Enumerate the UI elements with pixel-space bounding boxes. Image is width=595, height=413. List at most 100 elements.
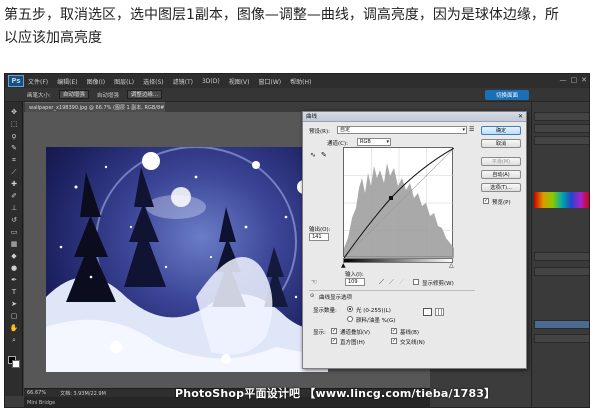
simple-grid-icon[interactable] <box>423 308 432 316</box>
show-amount-label: 显示数量: <box>313 308 337 314</box>
tools-panel: ✥ ⬚ ϙ ✎ ⌗ ⟋ ✚ ✐ ⊥ ↺ ▭ ▦ ◆ ● ✒ T ➤ ▢ ✋ ⌕ <box>5 102 23 396</box>
winter-snow-globe-image <box>46 147 328 372</box>
histogram-label: 直方图(H) <box>340 340 365 346</box>
brush-size-label: 画笔大小: <box>27 92 51 99</box>
mode-select[interactable]: 自动增强 <box>58 90 89 99</box>
ok-button[interactable]: 确定 <box>481 126 521 135</box>
pigment-option-label: 颜料/油墨 %(G) <box>356 318 396 324</box>
channel-overlay-label: 通道叠加(V) <box>340 330 371 336</box>
hand-tool-icon[interactable]: ✋ <box>9 324 19 332</box>
curve-display-options-label: 曲线显示选项 <box>319 295 353 301</box>
zoom-tool-icon[interactable]: ⌕ <box>9 336 19 344</box>
stamp-tool-icon[interactable]: ⊥ <box>9 204 19 212</box>
channel-select[interactable]: RGB ▾ <box>357 138 391 146</box>
color-spectrum[interactable] <box>534 192 589 208</box>
history-brush-icon[interactable]: ↺ <box>9 216 19 224</box>
detailed-grid-icon[interactable] <box>435 308 444 316</box>
baseline-label: 基线(B) <box>400 330 420 336</box>
menu-image[interactable]: 图像(I) <box>87 77 105 86</box>
baseline-checkbox[interactable]: ✓ <box>391 328 397 334</box>
menu-help[interactable]: 帮助(H) <box>290 77 311 86</box>
intersection-line-label: 交叉线(N) <box>400 340 425 346</box>
minimize-icon[interactable]: — <box>560 76 567 84</box>
menu-layer[interactable]: 图层(L) <box>114 77 134 86</box>
pencil-icon[interactable]: ✎ <box>321 151 327 159</box>
brush-tool-icon[interactable]: ✐ <box>9 192 19 200</box>
preset-menu-icon[interactable]: ☰ <box>469 126 474 133</box>
white-eyedropper-icon[interactable]: ⟋ <box>399 278 404 287</box>
menu-3d[interactable]: 3D(D) <box>202 78 220 85</box>
panel-row[interactable] <box>534 267 589 276</box>
gradient-tool-icon[interactable]: ▦ <box>9 240 19 248</box>
target-adjust-icon[interactable]: ☜ <box>311 278 317 286</box>
show-label: 显示: <box>313 330 326 336</box>
smooth-button[interactable]: 平滑(M) <box>481 157 521 166</box>
menu-window[interactable]: 窗口(W) <box>259 77 282 86</box>
black-point-slider-icon[interactable]: ▲ <box>341 262 346 269</box>
close-icon[interactable]: ✕ <box>581 76 587 84</box>
white-point-slider-icon[interactable]: △ <box>449 262 454 269</box>
chevron-down-icon: ▾ <box>386 139 389 145</box>
expand-chevron-icon[interactable]: ⊙ <box>310 293 314 299</box>
dialog-close-icon[interactable]: ✕ <box>518 113 523 120</box>
document-tab[interactable]: wallpaper_x198390.jpg @ 66.7% (图层 1 副本, … <box>25 102 165 112</box>
preset-label: 预设(R): <box>309 129 330 135</box>
curve-graph[interactable] <box>343 147 455 259</box>
background-color-swatch[interactable] <box>12 360 20 368</box>
panel-row[interactable] <box>534 124 589 133</box>
output-field[interactable]: 141 <box>309 233 329 241</box>
layer-row-selected[interactable] <box>534 320 589 329</box>
crop-tool-icon[interactable]: ⌗ <box>9 156 19 164</box>
curve-edit-icon[interactable]: ∿ <box>310 151 316 159</box>
workspace-switch-button[interactable]: 切换面面 <box>485 90 529 100</box>
panel-row[interactable] <box>534 112 589 121</box>
photoshop-logo: Ps <box>8 75 24 87</box>
preset-select[interactable]: 自定 ▾ <box>337 126 467 134</box>
caption-line-2: 以应该加高亮度 <box>4 30 102 46</box>
show-clipping-checkbox[interactable] <box>413 279 419 285</box>
panel-row[interactable] <box>534 252 589 261</box>
menu-view[interactable]: 视图(V) <box>229 77 250 86</box>
lasso-tool-icon[interactable]: ϙ <box>9 132 19 140</box>
path-select-tool-icon[interactable]: ➤ <box>9 300 19 308</box>
dodge-tool-icon[interactable]: ● <box>9 264 19 272</box>
pigment-radio[interactable] <box>347 316 353 322</box>
intersection-line-checkbox[interactable]: ✓ <box>391 338 397 344</box>
menu-file[interactable]: 文件(F) <box>28 77 48 86</box>
maximize-icon[interactable]: □ <box>571 76 578 84</box>
auto-button[interactable]: 自动(A) <box>481 170 521 179</box>
light-radio[interactable] <box>347 306 353 312</box>
shape-tool-icon[interactable]: ▢ <box>9 312 19 320</box>
divider <box>309 290 475 291</box>
healing-tool-icon[interactable]: ✚ <box>9 180 19 188</box>
black-eyedropper-icon[interactable]: ⟋ <box>379 278 384 287</box>
pen-tool-icon[interactable]: ✒ <box>9 276 19 284</box>
eyedropper-tool-icon[interactable]: ⟋ <box>9 168 19 176</box>
channel-overlay-checkbox[interactable]: ✓ <box>331 328 337 334</box>
options-button[interactable]: 选项(T)... <box>481 183 521 192</box>
window-controls: — □ ✕ <box>560 76 588 84</box>
menu-select[interactable]: 选择(S) <box>143 77 164 86</box>
type-tool-icon[interactable]: T <box>9 288 19 296</box>
curves-dialog: 曲线 ✕ 预设(R): 自定 ▾ ☰ 通道(C): RGB ▾ ∿ ✎ ▲ △ … <box>302 111 527 369</box>
menu-edit[interactable]: 编辑(E) <box>57 77 77 86</box>
histogram-checkbox[interactable]: ✓ <box>331 338 337 344</box>
quick-select-tool-icon[interactable]: ✎ <box>9 144 19 152</box>
input-field[interactable]: 109 <box>345 278 365 286</box>
output-label: 输出(O): <box>309 227 331 233</box>
blur-tool-icon[interactable]: ◆ <box>9 252 19 260</box>
preview-checkbox[interactable]: ✓ <box>483 198 489 204</box>
refine-edge-button[interactable]: 调整边缘... <box>126 90 163 99</box>
move-tool-icon[interactable]: ✥ <box>9 108 19 116</box>
preset-value: 自定 <box>340 127 351 133</box>
layer-row[interactable] <box>534 334 589 343</box>
eraser-tool-icon[interactable]: ▭ <box>9 228 19 236</box>
auto-enhance-checkbox[interactable]: 自动增强 <box>97 91 119 99</box>
preview-label: 预览(P) <box>492 200 511 206</box>
marquee-tool-icon[interactable]: ⬚ <box>9 120 19 128</box>
document-size: 文档: 3.93M/22.9M <box>60 390 106 397</box>
cancel-button[interactable]: 取消 <box>481 139 521 148</box>
panel-row[interactable] <box>534 136 589 145</box>
gray-eyedropper-icon[interactable]: ⟋ <box>389 278 394 287</box>
menu-filter[interactable]: 滤镜(T) <box>173 77 193 86</box>
